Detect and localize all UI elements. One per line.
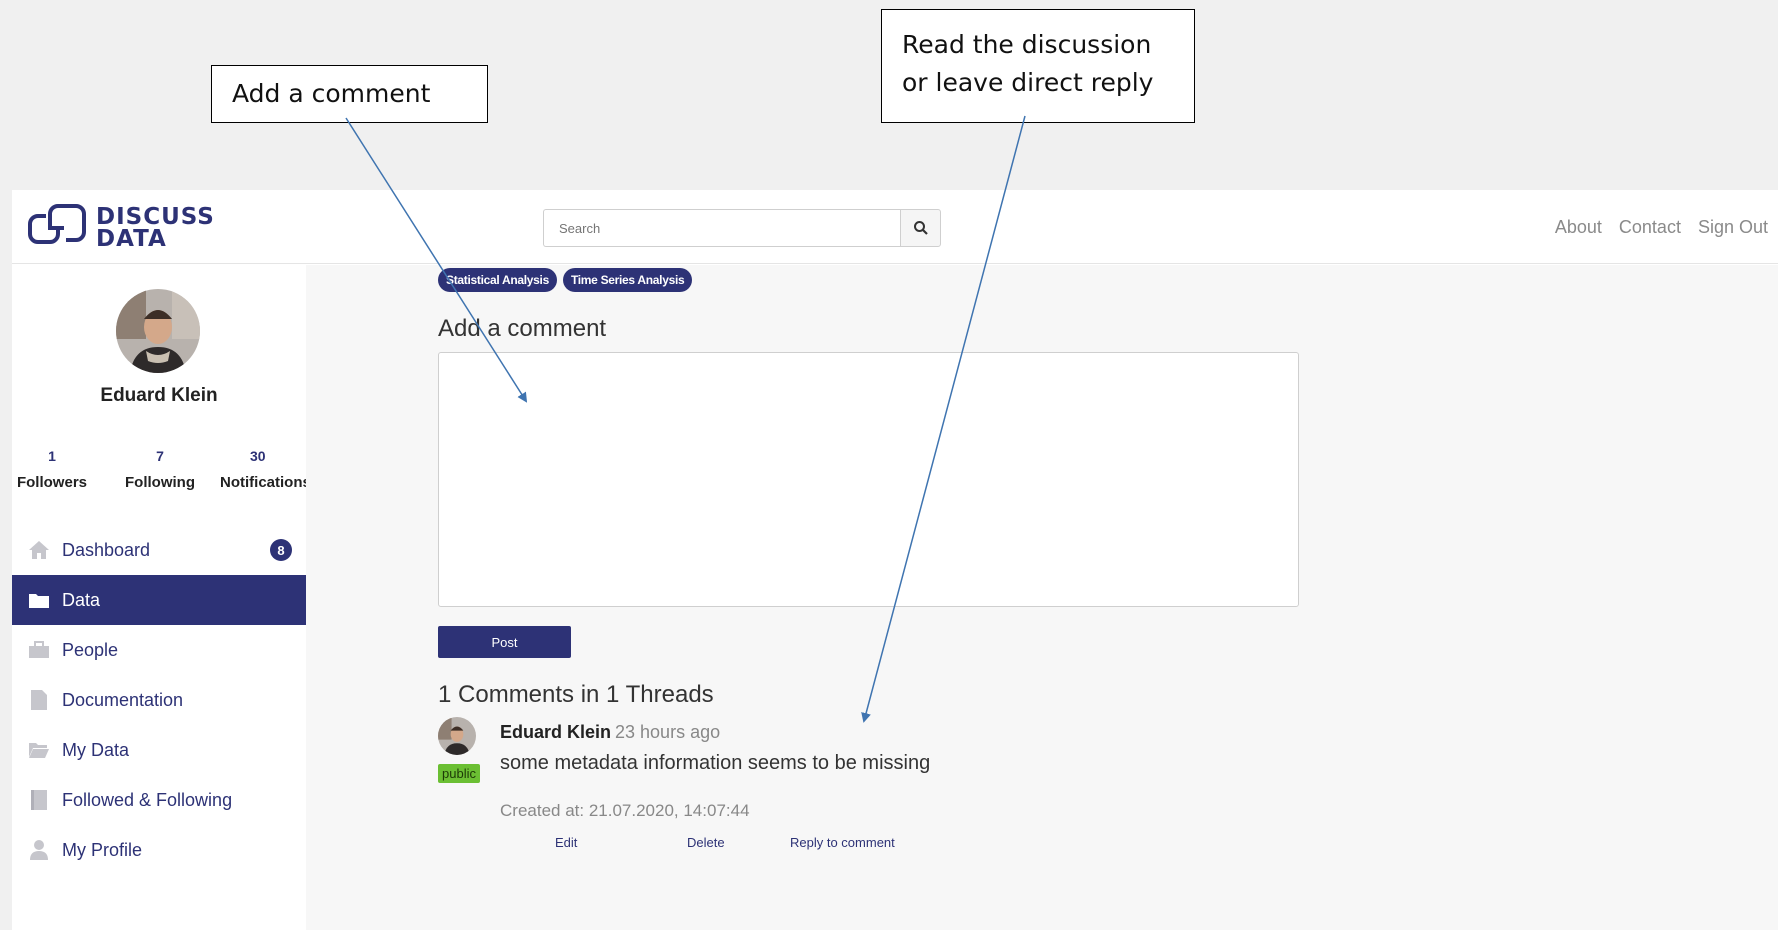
search-input[interactable] (543, 209, 900, 247)
edit-link[interactable]: Edit (555, 835, 577, 850)
threads-title: 1 Comments in 1 Threads (438, 681, 714, 708)
stat-notifications-value: 30 (250, 448, 266, 464)
visibility-badge: public (438, 764, 480, 783)
add-comment-title: Add a comment (438, 315, 607, 342)
sidebar-item-label: Followed & Following (62, 789, 233, 810)
stat-following-value: 7 (156, 448, 164, 464)
tag-list: Statistical Analysis Time Series Analysi… (438, 268, 693, 292)
sidebar-item-label: Dashboard (62, 539, 151, 560)
comment-created-at: Created at: 21.07.2020, 14:07:44 (500, 801, 750, 820)
callout-add-comment-text: Add a comment (232, 79, 431, 108)
sidebar-item-people[interactable]: People (12, 625, 306, 675)
callout-discussion-text: Read the discussion or leave direct repl… (902, 30, 1154, 97)
sidebar: Eduard Klein 1 Followers 7 Following 30 … (12, 265, 306, 930)
stat-followers[interactable]: 1 Followers (2, 448, 102, 491)
briefcase-icon (28, 639, 50, 661)
stat-followers-label: Followers (16, 474, 87, 491)
open-folder-icon (28, 739, 50, 761)
profile-name: Eduard Klein (100, 385, 218, 406)
top-nav: About Contact Sign Out (1555, 217, 1768, 238)
callout-add-comment: Add a comment (211, 65, 488, 123)
tag-time-series-analysis[interactable]: Time Series Analysis (562, 268, 693, 292)
document-icon (28, 689, 50, 711)
comment-header: Eduard Klein 23 hours ago (500, 722, 720, 743)
comment-avatar[interactable] (438, 717, 476, 755)
home-icon (28, 539, 50, 561)
nav-about-link[interactable]: About (1555, 217, 1602, 238)
user-icon (28, 839, 50, 861)
logo-text: DISCUSS DATA (96, 204, 215, 252)
search-icon (913, 221, 928, 235)
comment-item: public Eduard Klein 23 hours ago some met… (438, 717, 1138, 857)
sidebar-item-dashboard[interactable]: Dashboard 8 (12, 525, 306, 575)
comment-author[interactable]: Eduard Klein (500, 722, 611, 742)
book-icon (28, 789, 50, 811)
sidebar-item-label: My Profile (62, 839, 143, 860)
reply-to-comment-link[interactable]: Reply to comment (790, 835, 895, 850)
sidebar-item-my-data[interactable]: My Data (12, 725, 306, 775)
search-bar (543, 209, 941, 247)
dashboard-count-badge: 8 (270, 539, 292, 561)
post-button[interactable]: Post (438, 626, 571, 658)
tag-statistical-analysis[interactable]: Statistical Analysis (438, 268, 557, 292)
sidebar-item-label: People (62, 639, 119, 660)
stat-notifications-label: Notifications (220, 474, 306, 491)
sidebar-item-documentation[interactable]: Documentation (12, 675, 306, 725)
stat-following-label: Following (125, 474, 195, 491)
sidebar-item-followed-following[interactable]: Followed & Following (12, 775, 306, 825)
logo-line2: DATA (96, 226, 167, 252)
folder-icon (28, 589, 50, 611)
stat-followers-value: 1 (48, 448, 56, 464)
callout-discussion: Read the discussion or leave direct repl… (881, 9, 1195, 123)
main-content: Statistical Analysis Time Series Analysi… (306, 265, 1778, 930)
logo[interactable]: DISCUSS DATA (28, 204, 215, 252)
logo-mark-icon (28, 204, 86, 244)
stat-notifications[interactable]: 30 Notifications (218, 448, 306, 491)
sidebar-item-data[interactable]: Data (12, 575, 306, 625)
stat-following[interactable]: 7 Following (110, 448, 210, 491)
comment-text: some metadata information seems to be mi… (500, 752, 931, 774)
top-header: DISCUSS DATA About Contact Sign Out (12, 190, 1778, 264)
search-button[interactable] (900, 209, 941, 247)
comment-textarea[interactable] (438, 352, 1299, 607)
delete-link[interactable]: Delete (687, 835, 725, 850)
logo-line1: DISCUSS (96, 204, 215, 230)
nav-contact-link[interactable]: Contact (1619, 217, 1681, 238)
profile-avatar-image (116, 289, 200, 373)
sidebar-menu: Dashboard 8 Data People Documentation My… (12, 525, 306, 875)
nav-signout-link[interactable]: Sign Out (1698, 217, 1768, 238)
sidebar-item-my-profile[interactable]: My Profile (12, 825, 306, 875)
sidebar-item-label: Documentation (62, 689, 184, 710)
comment-avatar-image (438, 717, 476, 755)
comment-time: 23 hours ago (615, 722, 721, 742)
app-window: DISCUSS DATA About Contact Sign Out (12, 190, 1778, 930)
sidebar-item-label: Data (62, 589, 101, 610)
sidebar-item-label: My Data (62, 739, 130, 760)
profile-avatar[interactable] (116, 289, 200, 373)
